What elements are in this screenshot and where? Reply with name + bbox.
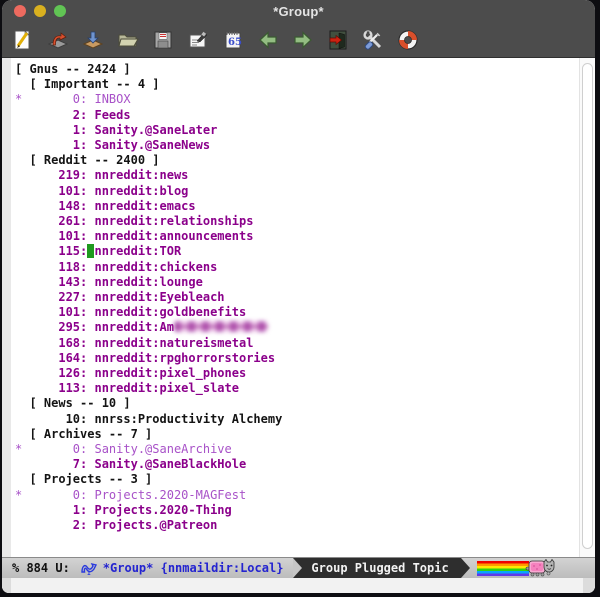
buffer-line[interactable]: 261: nnreddit:relationships bbox=[15, 214, 579, 229]
compose-icon[interactable] bbox=[10, 27, 36, 53]
buffer-line[interactable]: 101: nnreddit:goldbenefits bbox=[15, 305, 579, 320]
buffer-line[interactable]: * 0: INBOX bbox=[15, 92, 579, 107]
forward-icon[interactable] bbox=[290, 27, 316, 53]
buffer-line[interactable]: 7: Sanity.@SaneBlackHole bbox=[15, 457, 579, 472]
buffer-line[interactable]: 126: nnreddit:pixel_phones bbox=[15, 366, 579, 381]
titlebar[interactable]: *Group* bbox=[2, 0, 595, 22]
diary-icon[interactable]: 65 bbox=[220, 27, 246, 53]
buffer-line[interactable]: [ Gnus -- 2424 ] bbox=[15, 62, 579, 77]
text-cursor bbox=[87, 244, 94, 258]
buffer-line[interactable]: 101: nnreddit:blog bbox=[15, 184, 579, 199]
svg-text:65: 65 bbox=[228, 37, 242, 48]
buffer-line[interactable]: * 0: Projects.2020-MAGFest bbox=[15, 488, 579, 503]
buffer-line[interactable]: 148: nnreddit:emacs bbox=[15, 199, 579, 214]
window-title: *Group* bbox=[273, 4, 324, 19]
buffer-line[interactable]: 227: nnreddit:Eyebleach bbox=[15, 290, 579, 305]
save-icon[interactable] bbox=[150, 27, 176, 53]
buffer-line[interactable]: 10: nnrss:Productivity Alchemy bbox=[15, 412, 579, 427]
open-folder-icon[interactable] bbox=[115, 27, 141, 53]
exit-icon[interactable] bbox=[325, 27, 351, 53]
minimize-button[interactable] bbox=[34, 5, 46, 17]
gnus-logo-icon: 1 bbox=[80, 561, 98, 576]
scrollbar-thumb[interactable] bbox=[582, 63, 593, 549]
buffer-line[interactable]: 113: nnreddit:pixel_slate bbox=[15, 381, 579, 396]
zoom-button[interactable] bbox=[54, 5, 66, 17]
group-buffer: [ Gnus -- 2424 ] [ Important -- 4 ]* 0: … bbox=[2, 58, 595, 557]
redacted-text bbox=[174, 321, 268, 332]
buffer-line[interactable]: * 0: Sanity.@SaneArchive bbox=[15, 442, 579, 457]
mode-line: % 884 U: 1 *Group* {nnmaildir:Local} Gro… bbox=[2, 557, 595, 578]
buffer-line[interactable]: 115: nnreddit:TOR bbox=[15, 244, 579, 259]
buffer-line[interactable]: [ Projects -- 3 ] bbox=[15, 472, 579, 487]
buffer-line[interactable]: 219: nnreddit:news bbox=[15, 168, 579, 183]
nyan-cat-icon bbox=[525, 559, 555, 578]
buffer-line[interactable]: 168: nnreddit:natureismetal bbox=[15, 336, 579, 351]
echo-area bbox=[2, 578, 595, 593]
buffer-line[interactable]: 2: Feeds bbox=[15, 108, 579, 123]
modeline-status: % 884 U: bbox=[2, 561, 70, 575]
nyan-rainbow bbox=[477, 561, 529, 576]
back-icon[interactable] bbox=[255, 27, 281, 53]
reply-arrow-icon[interactable] bbox=[45, 27, 71, 53]
traffic-lights bbox=[14, 5, 66, 17]
buffer-line[interactable]: 1: Sanity.@SaneNews bbox=[15, 138, 579, 153]
help-icon[interactable] bbox=[395, 27, 421, 53]
modeline-buffer-id[interactable]: *Group* {nnmaildir:Local} bbox=[103, 561, 284, 575]
buffer-lines: [ Gnus -- 2424 ] [ Important -- 4 ]* 0: … bbox=[11, 58, 579, 557]
nyan-cat-indicator bbox=[477, 558, 555, 579]
get-news-icon[interactable] bbox=[80, 27, 106, 53]
buffer-line[interactable]: [ Reddit -- 2400 ] bbox=[15, 153, 579, 168]
buffer-line[interactable]: 101: nnreddit:announcements bbox=[15, 229, 579, 244]
echo-right-fringe bbox=[583, 578, 595, 593]
svg-text:1: 1 bbox=[87, 570, 91, 576]
buffer-line[interactable]: 143: nnreddit:lounge bbox=[15, 275, 579, 290]
buffer-line[interactable]: 118: nnreddit:chickens bbox=[15, 260, 579, 275]
buffer-line[interactable]: 1: Projects.2020-Thing bbox=[15, 503, 579, 518]
modeline-modes-segment[interactable]: Group Plugged Topic bbox=[293, 558, 460, 579]
vertical-scrollbar[interactable] bbox=[579, 58, 595, 557]
modeline-modes: Group Plugged Topic bbox=[311, 561, 448, 575]
close-button[interactable] bbox=[14, 5, 26, 17]
buffer-line[interactable]: 1: Sanity.@SaneLater bbox=[15, 123, 579, 138]
buffer-line[interactable]: 295: nnreddit:Am bbox=[15, 320, 579, 335]
emacs-window: *Group* bbox=[2, 0, 595, 593]
left-fringe bbox=[2, 58, 11, 557]
buffer-line[interactable]: 164: nnreddit:rpghorrorstories bbox=[15, 351, 579, 366]
echo-left-fringe bbox=[2, 578, 11, 593]
preferences-icon[interactable] bbox=[360, 27, 386, 53]
buffer-line[interactable]: [ News -- 10 ] bbox=[15, 396, 579, 411]
buffer-line[interactable]: [ Archives -- 7 ] bbox=[15, 427, 579, 442]
toolbar: 65 bbox=[2, 22, 595, 58]
buffer-line[interactable]: 2: Projects.@Patreon bbox=[15, 518, 579, 533]
write-mail-icon[interactable] bbox=[185, 27, 211, 53]
buffer-line[interactable]: [ Important -- 4 ] bbox=[15, 77, 579, 92]
